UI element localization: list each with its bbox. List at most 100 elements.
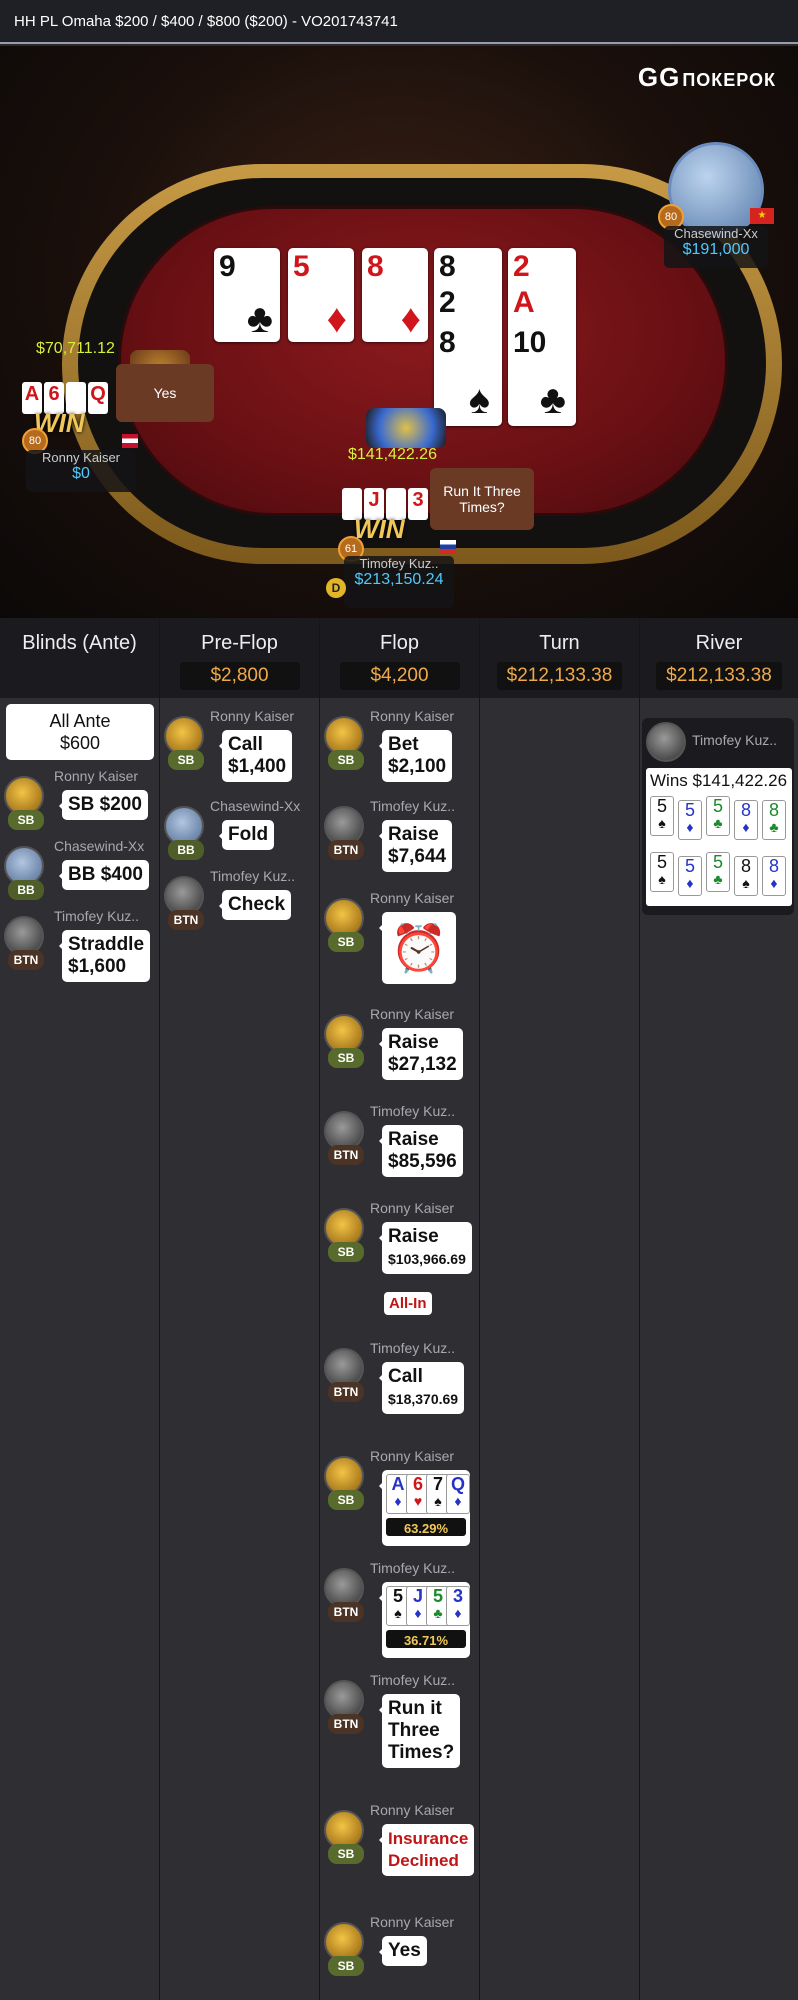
action-bubble: Run It Three Times? <box>430 468 534 530</box>
flag-china-icon: ★ <box>750 208 774 224</box>
action-label: Raise $27,132 <box>379 1028 463 1080</box>
position-badge: BTN <box>8 950 44 970</box>
table-area: GG ПОКЕРОК 9 ♣ 5 ♦ 8 ♦ 8 2 8 ♠ 2 A 10 ♣ $141… <box>0 46 798 618</box>
action-label: Yes <box>379 1936 427 1966</box>
player-name: Ronny Kaiser <box>210 708 295 724</box>
action-bubble: Yes <box>116 364 214 422</box>
action-entry: SB Ronny Kaiser Insurance Declined <box>324 1802 480 1902</box>
card: 5 ♣ <box>706 852 730 892</box>
action-label: BB $400 <box>59 860 149 890</box>
player-name: Timofey Kuz.. <box>54 908 140 924</box>
column-header: Turn $212,133.38 <box>480 618 639 698</box>
position-badge: BTN <box>328 1145 364 1165</box>
player-name: Timofey Kuz.. <box>370 1560 456 1576</box>
player-nameplate: Timofey Kuz.. $213,150.24 <box>344 556 454 608</box>
position-badge: SB <box>328 1490 364 1510</box>
column-header: Blinds (Ante) <box>0 618 159 698</box>
player-name: Timofey Kuz.. <box>370 1103 456 1119</box>
action-label: 5 ♠ J ♦ 5 ♣ 3 ♦ 36.71% <box>379 1582 470 1658</box>
position-badge: SB <box>328 750 364 770</box>
alarm-clock-icon: ⏰ <box>379 912 456 984</box>
column-header: Flop $4,200 <box>320 618 479 698</box>
board-card-3: 8 ♦ <box>362 248 428 342</box>
action-label: Raise $7,644 <box>378 820 453 872</box>
win-badge: WIN <box>354 514 405 544</box>
position-badge: SB <box>328 932 364 952</box>
action-label: Run it Three Times? <box>378 1694 461 1768</box>
player-name: Ronny Kaiser <box>370 890 455 906</box>
player-name: Ronny Kaiser <box>370 1448 455 1464</box>
all-in-badge: All-In <box>384 1292 432 1315</box>
column-title: Turn <box>539 632 580 654</box>
position-badge: BTN <box>328 840 364 860</box>
card: 5 ♣ <box>706 796 730 836</box>
position-badge: BB <box>168 840 204 860</box>
action-label: Insurance Declined <box>378 1824 475 1876</box>
player-nameplate: Ronny Kaiser $0 <box>26 450 136 492</box>
player-name: Chasewind-Xx <box>54 838 145 854</box>
hole-card: 3 <box>408 488 428 520</box>
action-entry: BTN Timofey Kuz.. Raise $85,596 <box>324 1103 480 1193</box>
win-amount: Wins $141,422.26 <box>650 771 788 790</box>
position-badge: BTN <box>328 1602 364 1622</box>
action-entry: SB Ronny Kaiser Bet $2,100 <box>324 708 480 788</box>
position-badge: BB <box>8 880 44 900</box>
action-entry: SB Ronny Kaiser Raise $103,966.69 All-In <box>324 1200 480 1340</box>
action-entry: SB Ronny Kaiser Raise $27,132 <box>324 1006 480 1096</box>
action-entry: SB Ronny Kaiser Call $1,400 <box>164 708 320 788</box>
column-title: Flop <box>380 632 419 654</box>
pot-value: $212,133.38 <box>656 662 782 690</box>
position-badge: SB <box>328 1048 364 1068</box>
action-entry: BTN Timofey Kuz.. Raise $7,644 <box>324 798 480 878</box>
action-entry: SB Ronny Kaiser A ♦ 6 ♥ 7 ♠ Q ♦ 63.29% <box>324 1448 480 1548</box>
flag-icon <box>122 434 138 448</box>
action-entry: BTN Timofey Kuz.. Check <box>164 868 320 930</box>
card: 5 ♦ <box>678 856 702 896</box>
card: Q ♦ <box>446 1474 470 1514</box>
river-cards-stack: 2 A 10 ♣ <box>508 248 576 426</box>
player-bet-amount: $70,711.12 <box>36 340 115 357</box>
position-badge: SB <box>168 750 204 770</box>
pot-value: $212,133.38 <box>496 662 623 690</box>
position-badge: BTN <box>168 910 204 930</box>
action-entry: BB Chasewind-Xx Fold <box>164 798 320 860</box>
action-entry: SB Ronny Kaiser Yes <box>324 1914 480 1984</box>
player-name: Ronny Kaiser <box>370 1802 455 1818</box>
equity-value: 63.29% <box>386 1518 466 1536</box>
player-nameplate: Chasewind-Xx $191,000 <box>664 226 768 268</box>
player-name: Timofey Kuz.. <box>370 1340 456 1356</box>
position-badge: SB <box>8 810 44 830</box>
player-name: Timofey Kuz.. <box>370 1672 456 1688</box>
player-name: Ronny Kaiser <box>370 1200 455 1216</box>
card: 8 ♣ <box>762 800 786 840</box>
dealer-button-icon: D <box>326 578 346 598</box>
hand-title: HH PL Omaha $200 / $400 / $800 ($200) - … <box>14 12 398 30</box>
action-label: SB $200 <box>59 790 148 820</box>
col-turn: Turn $212,133.38 <box>480 618 640 2000</box>
action-entry: BTN Timofey Kuz.. Run it Three Times? <box>324 1672 480 1792</box>
avatar <box>646 722 686 762</box>
column-title: Blinds (Ante) <box>22 632 137 654</box>
hole-card: Q <box>88 382 108 414</box>
position-badge: SB <box>328 1956 364 1976</box>
position-badge: SB <box>328 1242 364 1262</box>
card: 8 ♦ <box>734 800 758 840</box>
position-badge: BTN <box>328 1382 364 1402</box>
player-name: Ronny Kaiser <box>370 1914 455 1930</box>
player-name: Ronny Kaiser <box>370 708 455 724</box>
player-name: Timofey Kuz.. <box>370 798 456 814</box>
card: 3 ♦ <box>446 1586 470 1626</box>
player-name: Ronny Kaiser <box>54 768 139 784</box>
action-entry: BTN Timofey Kuz.. Straddle $1,600 <box>4 908 160 988</box>
pot-value: $2,800 <box>179 662 300 690</box>
column-title: Pre-Flop <box>201 632 278 654</box>
column-header: Pre-Flop $2,800 <box>160 618 319 698</box>
card: 8 ♦ <box>762 856 786 896</box>
pot-value: $4,200 <box>339 662 460 690</box>
action-label: Bet $2,100 <box>378 730 453 782</box>
ante-box: All Ante $600 <box>6 704 154 760</box>
position-badge: BTN <box>328 1714 364 1734</box>
action-label: Raise $103,966.69 <box>379 1222 472 1274</box>
board-card-1: 9 ♣ <box>214 248 280 342</box>
action-label: Call $1,400 <box>218 730 293 782</box>
